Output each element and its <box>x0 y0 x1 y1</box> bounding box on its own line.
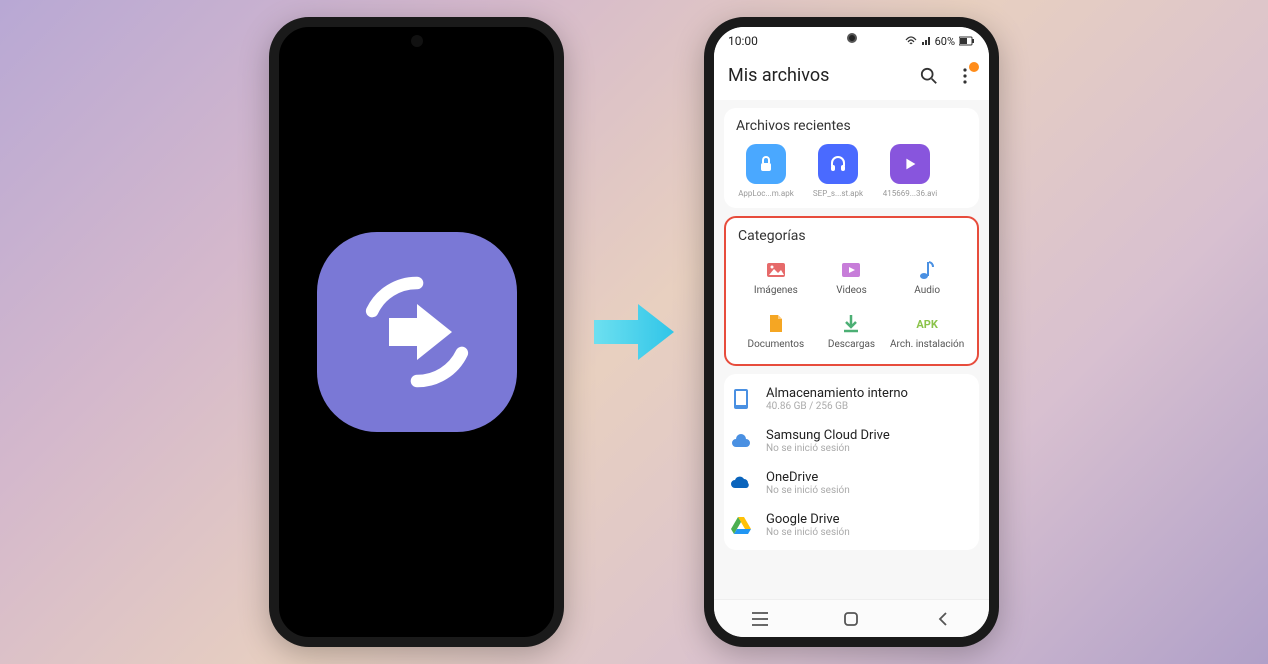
category-images[interactable]: Imágenes <box>738 254 814 300</box>
storage-title: Almacenamiento interno <box>766 386 908 401</box>
category-label: Descargas <box>828 339 875 350</box>
battery-text: 60% <box>935 35 955 48</box>
recent-file-label: 415669...36.avi <box>880 189 940 198</box>
nav-back-button[interactable] <box>923 609 963 629</box>
recent-file-item[interactable]: SEP_s...st.apk <box>808 144 868 198</box>
recent-apps-icon <box>751 612 769 626</box>
categories-title: Categorías <box>738 228 965 244</box>
app-title: Mis archivos <box>728 65 829 86</box>
category-label: Arch. instalación <box>890 339 964 350</box>
arrow-right-icon <box>594 297 674 367</box>
search-button[interactable] <box>919 66 939 86</box>
kebab-icon <box>963 68 967 84</box>
recent-file-item[interactable]: 415669...36.avi <box>880 144 940 198</box>
storage-onedrive[interactable]: OneDrive No se inició sesión <box>724 462 979 504</box>
category-downloads[interactable]: Descargas <box>814 308 890 354</box>
status-time: 10:00 <box>728 34 758 48</box>
category-label: Imágenes <box>754 285 798 296</box>
storage-title: Samsung Cloud Drive <box>766 428 890 443</box>
image-icon <box>766 262 786 278</box>
samsung-cloud-icon <box>730 433 752 449</box>
camera-notch <box>847 33 857 43</box>
headphones-icon <box>828 154 848 174</box>
storage-title: OneDrive <box>766 470 850 485</box>
category-documents[interactable]: Documentos <box>738 308 814 354</box>
play-icon <box>901 155 919 173</box>
storage-title: Google Drive <box>766 512 850 527</box>
storage-samsung-cloud[interactable]: Samsung Cloud Drive No se inició sesión <box>724 420 979 462</box>
wifi-icon <box>905 36 917 46</box>
nav-recent-button[interactable] <box>740 609 780 629</box>
phone-right-mockup: 10:00 60% Mis archivos <box>704 17 999 647</box>
recent-files-section: Archivos recientes AppLoc...m.apk SEP_s.… <box>724 108 979 208</box>
category-videos[interactable]: Videos <box>814 254 890 300</box>
recent-file-item[interactable]: AppLoc...m.apk <box>736 144 796 198</box>
recent-file-label: SEP_s...st.apk <box>808 189 868 198</box>
music-note-icon <box>919 260 935 280</box>
recent-title: Archivos recientes <box>736 118 967 134</box>
category-apk[interactable]: APK Arch. instalación <box>889 308 965 354</box>
more-options-button[interactable] <box>955 66 975 86</box>
storage-section: Almacenamiento interno 40.86 GB / 256 GB… <box>724 374 979 550</box>
camera-notch <box>411 35 423 47</box>
category-label: Documentos <box>748 339 805 350</box>
storage-google-drive[interactable]: Google Drive No se inició sesión <box>724 504 979 546</box>
storage-subtitle: No se inició sesión <box>766 527 850 538</box>
phone-storage-icon <box>732 388 750 410</box>
storage-subtitle: No se inició sesión <box>766 443 890 454</box>
main-content: Archivos recientes AppLoc...m.apk SEP_s.… <box>714 100 989 599</box>
phone-left-mockup <box>269 17 564 647</box>
download-icon <box>842 314 860 334</box>
transfer-arrow-icon <box>347 262 487 402</box>
category-audio[interactable]: Audio <box>889 254 965 300</box>
battery-icon <box>959 36 975 46</box>
quickshare-app-icon <box>317 232 517 432</box>
storage-subtitle: No se inició sesión <box>766 485 850 496</box>
google-drive-icon <box>731 516 751 534</box>
storage-internal[interactable]: Almacenamiento interno 40.86 GB / 256 GB <box>724 378 979 420</box>
categories-section: Categorías Imágenes Videos Audio <box>724 216 979 366</box>
home-icon <box>843 611 859 627</box>
status-indicators: 60% <box>905 35 975 48</box>
category-label: Audio <box>914 285 940 296</box>
nav-home-button[interactable] <box>831 609 871 629</box>
storage-subtitle: 40.86 GB / 256 GB <box>766 401 908 412</box>
recent-file-label: AppLoc...m.apk <box>736 189 796 198</box>
document-icon <box>768 314 784 334</box>
notification-badge <box>969 62 979 72</box>
signal-icon <box>921 36 931 46</box>
app-bar: Mis archivos <box>714 55 989 100</box>
apk-text-icon: APK <box>916 318 937 331</box>
lock-icon <box>756 154 776 174</box>
back-icon <box>937 611 949 627</box>
search-icon <box>920 67 938 85</box>
onedrive-icon <box>730 476 752 490</box>
category-label: Videos <box>836 285 867 296</box>
video-icon <box>841 262 861 278</box>
navigation-bar <box>714 599 989 637</box>
